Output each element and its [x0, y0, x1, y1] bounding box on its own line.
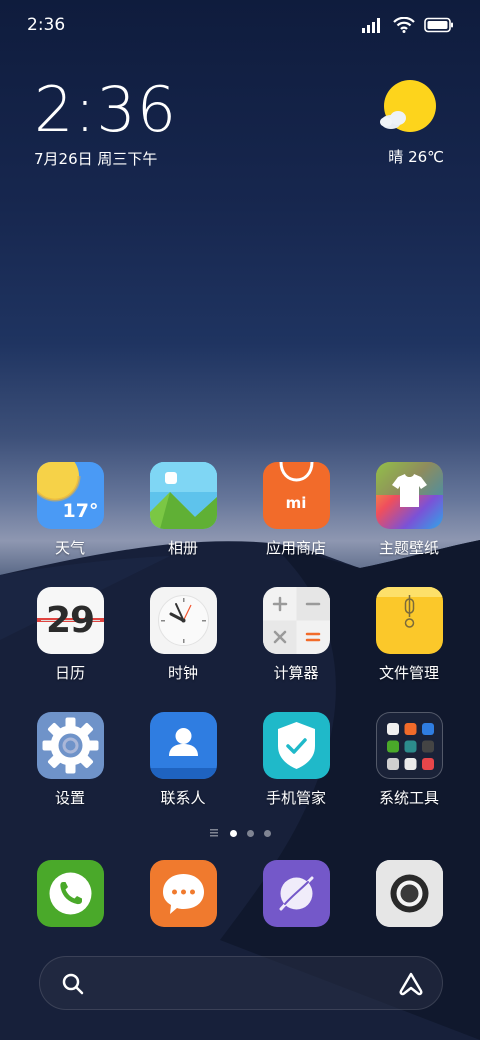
messages-app[interactable]: [133, 860, 233, 927]
folder-grid-icon: [375, 712, 443, 779]
store-icon-mark: mi: [285, 494, 307, 512]
weather-app[interactable]: 17° 天气: [20, 462, 120, 558]
page-dot: [263, 829, 271, 837]
settings-app[interactable]: 设置: [20, 712, 120, 808]
sunny-cloud-icon: [380, 80, 440, 136]
calendar-icon: 29: [36, 587, 104, 654]
gallery-app[interactable]: 相册: [133, 462, 233, 558]
app-label: 时钟: [167, 664, 198, 682]
app-label: 应用商店: [265, 539, 326, 557]
clock-widget[interactable]: 2:36 7月26日 周三下午: [34, 78, 177, 169]
app-label: 计算器: [273, 664, 319, 682]
page-dot: [246, 829, 254, 837]
shopping-bag-icon: mi: [262, 462, 330, 529]
app-label: 主题壁纸: [378, 539, 439, 557]
status-icons: [362, 17, 454, 33]
page-dot-active: [229, 829, 237, 837]
app-label: 联系人: [160, 789, 206, 807]
app-label: 系统工具: [378, 789, 439, 807]
weather-icon-temp: 17°: [62, 500, 99, 522]
clock-widget-date: 7月26日 周三下午: [34, 150, 158, 168]
app-label: 手机管家: [265, 789, 326, 807]
clock-icon: [149, 587, 217, 654]
tshirt-icon: [375, 462, 443, 529]
app-store-app[interactable]: mi 应用商店: [246, 462, 346, 558]
weather-widget[interactable]: 晴 26℃: [374, 80, 444, 167]
message-icon: [149, 860, 217, 927]
calendar-icon-day: 29: [45, 600, 95, 641]
menu-lines-icon: [209, 829, 218, 837]
gear-icon: [36, 712, 104, 779]
themes-app[interactable]: 主题壁纸: [359, 462, 459, 558]
contacts-icon: [149, 712, 217, 779]
gallery-icon: [149, 462, 217, 529]
app-label: 设置: [54, 789, 85, 807]
calculator-icon: [262, 587, 330, 654]
folder-icon: [375, 587, 443, 654]
calendar-app[interactable]: 29 日历: [20, 587, 120, 683]
clock-app[interactable]: 时钟: [133, 587, 233, 683]
wifi-icon: [393, 17, 415, 33]
browser-icon: [262, 860, 330, 927]
file-manager-app[interactable]: 文件管理: [359, 587, 459, 683]
phone-icon: [36, 860, 104, 927]
weather-widget-text: 晴 26℃: [388, 148, 444, 166]
search-icon[interactable]: [61, 972, 85, 996]
app-label: 相册: [167, 539, 198, 557]
shield-icon: [262, 712, 330, 779]
search-bar[interactable]: [39, 956, 443, 1010]
camera-app[interactable]: [359, 860, 459, 927]
app-label: 天气: [54, 539, 85, 557]
battery-icon: [424, 17, 453, 33]
camera-icon: [375, 860, 443, 927]
status-time: 2:36: [27, 15, 66, 35]
assistant-icon[interactable]: [397, 971, 425, 997]
signal-icon: [362, 18, 380, 33]
app-label: 文件管理: [378, 664, 439, 682]
status-bar: 2:36: [0, 0, 480, 50]
app-label: 日历: [54, 664, 85, 682]
browser-app[interactable]: [246, 860, 346, 927]
calculator-app[interactable]: 计算器: [246, 587, 346, 683]
weather-icon: 17°: [36, 462, 104, 529]
page-indicator[interactable]: [0, 829, 480, 837]
security-app[interactable]: 手机管家: [246, 712, 346, 808]
tools-folder[interactable]: 系统工具: [359, 712, 459, 808]
contacts-app[interactable]: 联系人: [133, 712, 233, 808]
phone-app[interactable]: [20, 860, 120, 927]
clock-widget-time: 2:36: [34, 73, 178, 146]
